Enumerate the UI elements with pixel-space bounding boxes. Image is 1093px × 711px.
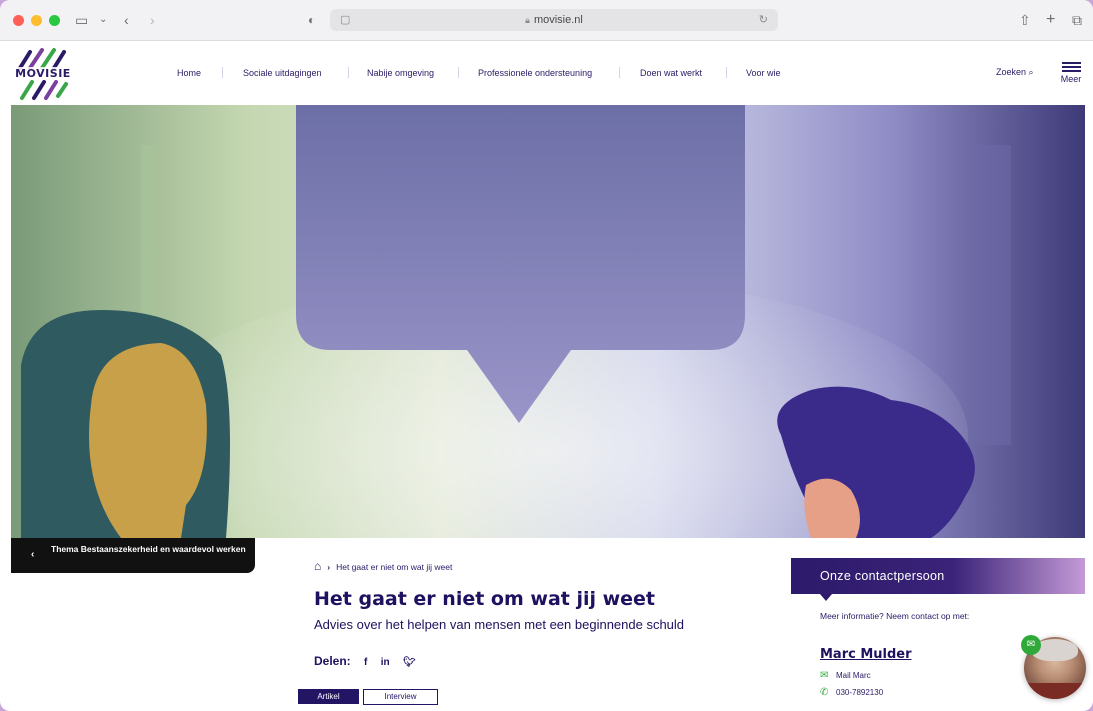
hero-artwork (21, 105, 1011, 538)
chevron-down-icon[interactable]: ⌄ (99, 10, 107, 30)
nav-divider (222, 67, 223, 78)
address-bar[interactable]: ▢ 🔒︎ movisie.nl ↻ (330, 9, 778, 31)
nav-item-home[interactable]: Home (177, 68, 201, 78)
contact-name-link[interactable]: Marc Mulder (820, 647, 912, 662)
linkedin-icon[interactable]: in (381, 657, 390, 668)
search-icon: ⌕ (1028, 67, 1034, 77)
phone-icon: ✆ (820, 687, 829, 698)
twitter-icon[interactable]: 🐦︎ (403, 657, 416, 668)
breadcrumb: ⌂ › Het gaat er niet om wat jij weet (314, 559, 452, 573)
new-tab-icon[interactable]: + (1046, 10, 1055, 30)
share-bar: Delen: f in 🐦︎ (314, 654, 416, 668)
menu-label: Meer (1060, 74, 1082, 84)
tag-interview[interactable]: Interview (363, 689, 438, 705)
site-header: MOVISIE Home Sociale uitdagingen Nabije … (0, 41, 1093, 105)
browser-window: ▭ ⌄ ‹ › ◐ ▢ 🔒︎ movisie.nl ↻ ⇧ + ⧉ MOVISI… (0, 0, 1093, 711)
url-text: movisie.nl (533, 14, 583, 26)
share-label: Delen: (314, 654, 351, 668)
mail-icon: ✉ (820, 670, 829, 681)
breadcrumb-current: Het gaat er niet om wat jij weet (336, 562, 453, 572)
hamburger-icon-bar (1061, 70, 1081, 72)
nav-item-sociale-uitdagingen[interactable]: Sociale uitdagingen (243, 68, 322, 78)
home-icon[interactable]: ⌂ (314, 559, 321, 573)
theme-label: Thema Bestaanszekerheid en waardevol wer… (51, 544, 246, 554)
hamburger-icon-bar (1061, 66, 1081, 68)
avatar-shirt (1024, 683, 1086, 699)
nav-divider (348, 67, 349, 78)
privacy-shield-icon[interactable]: ◐ (308, 10, 315, 30)
hero-illustration (11, 105, 1085, 538)
chevron-left-icon: ‹ (31, 549, 35, 560)
hamburger-icon (1061, 62, 1081, 64)
contact-heading-bar: Onze contactpersoon (791, 558, 1085, 601)
tab-overview-icon[interactable]: ⧉ (1072, 10, 1082, 30)
mail-badge-icon[interactable]: ✉ (1021, 635, 1041, 655)
back-icon[interactable]: ‹ (124, 10, 129, 30)
phone-number: 030-7892130 (836, 688, 884, 697)
page-subtitle: Advies over het helpen van mensen met ee… (314, 617, 685, 632)
minimize-window-button[interactable] (31, 15, 42, 26)
nav-item-nabije-omgeving[interactable]: Nabije omgeving (367, 68, 434, 78)
contact-intro: Meer informatie? Neem contact op met: (820, 611, 970, 621)
nav-item-doen-wat-werkt[interactable]: Doen wat werkt (640, 68, 702, 78)
nav-divider (458, 67, 459, 78)
heading-notch (820, 594, 832, 601)
tag-artikel[interactable]: Artikel (298, 689, 359, 704)
contact-heading: Onze contactpersoon (820, 569, 945, 583)
forward-icon[interactable]: › (150, 10, 155, 30)
share-icon[interactable]: ⇧ (1019, 10, 1031, 30)
zoom-window-button[interactable] (49, 15, 60, 26)
lock-icon: 🔒︎ (525, 15, 530, 25)
mail-label: Mail Marc (836, 671, 871, 680)
contact-mail-link[interactable]: ✉ Mail Marc (820, 670, 871, 681)
page-title: Het gaat er niet om wat jij weet (314, 588, 656, 610)
search-button[interactable]: Zoeken ⌕ (996, 67, 1034, 78)
facebook-icon[interactable]: f (364, 657, 367, 668)
close-window-button[interactable] (13, 15, 24, 26)
chevron-right-icon: › (327, 562, 331, 572)
reload-icon[interactable]: ↻ (759, 9, 768, 31)
nav-item-voor-wie[interactable]: Voor wie (746, 68, 781, 78)
browser-toolbar: ▭ ⌄ ‹ › ◐ ▢ 🔒︎ movisie.nl ↻ ⇧ + ⧉ (0, 0, 1093, 41)
logo-text: MOVISIE (12, 67, 74, 80)
movisie-logo[interactable]: MOVISIE (12, 46, 74, 102)
nav-divider (619, 67, 620, 78)
theme-back-link[interactable]: ‹ Thema Bestaanszekerheid en waardevol w… (11, 538, 255, 573)
search-label: Zoeken (996, 67, 1027, 77)
menu-button[interactable]: Meer (1058, 60, 1084, 84)
contact-phone-link[interactable]: ✆ 030-7892130 (820, 687, 883, 698)
sidebar-toggle-icon[interactable]: ▭ (75, 10, 88, 30)
page-icon: ▢ (340, 14, 351, 26)
nav-divider (726, 67, 727, 78)
nav-item-professionele-ondersteuning[interactable]: Professionele ondersteuning (478, 68, 592, 78)
